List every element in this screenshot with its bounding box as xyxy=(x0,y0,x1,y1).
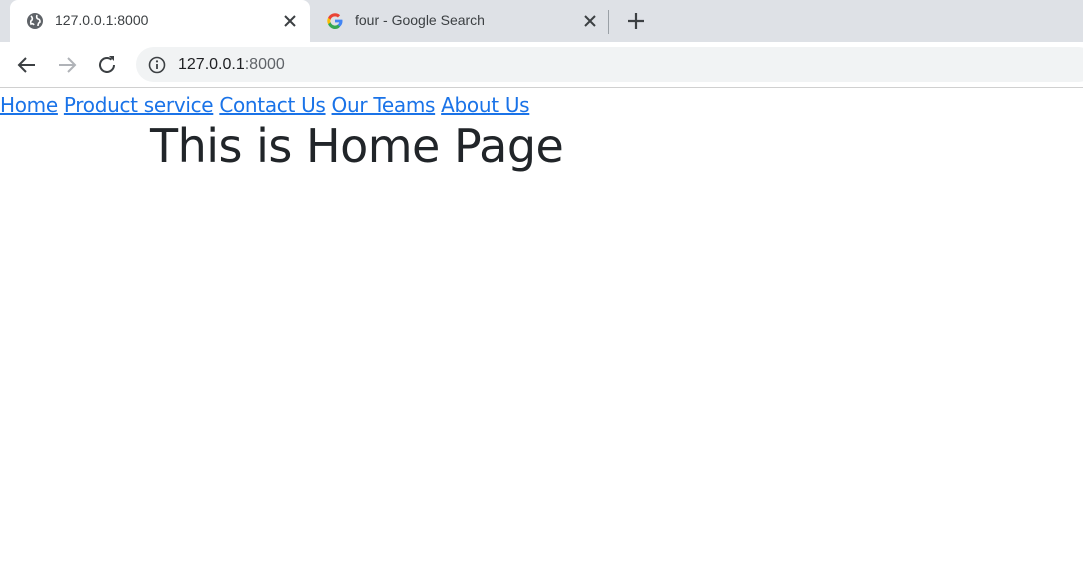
url-port: :8000 xyxy=(244,56,285,73)
browser-toolbar: 127.0.0.1:8000 xyxy=(0,42,1083,88)
site-navigation: Home Product service Contact Us Our Teams Ab… xyxy=(0,93,535,117)
info-icon[interactable] xyxy=(148,56,166,74)
tab-divider xyxy=(608,10,609,34)
nav-link-product-service[interactable]: Product service xyxy=(64,93,214,117)
address-bar[interactable]: 127.0.0.1:8000 xyxy=(136,47,1083,82)
nav-link-home[interactable]: Home xyxy=(0,93,58,117)
url-text: 127.0.0.1:8000 xyxy=(178,56,285,74)
nav-link-our-teams[interactable]: Our Teams xyxy=(332,93,436,117)
reload-icon[interactable] xyxy=(95,53,119,77)
tab-google-search[interactable]: four - Google Search xyxy=(310,0,610,42)
new-tab-icon[interactable] xyxy=(624,9,648,33)
globe-icon xyxy=(27,13,43,29)
url-host: 127.0.0.1 xyxy=(178,56,245,73)
nav-link-about-us[interactable]: About Us xyxy=(441,93,529,117)
tab-strip: 127.0.0.1:8000 four - Google Search xyxy=(0,0,1083,42)
page-heading: This is Home Page xyxy=(150,119,564,173)
close-icon[interactable] xyxy=(282,13,298,29)
web-page: Home Product service Contact Us Our Teams Ab… xyxy=(0,89,1083,578)
tab-localhost[interactable]: 127.0.0.1:8000 xyxy=(10,0,310,42)
google-icon xyxy=(327,13,343,29)
nav-link-contact-us[interactable]: Contact Us xyxy=(219,93,326,117)
forward-arrow-icon[interactable] xyxy=(55,53,79,77)
close-icon[interactable] xyxy=(582,13,598,29)
tab-title: four - Google Search xyxy=(355,12,485,28)
tab-title: 127.0.0.1:8000 xyxy=(55,12,149,28)
back-arrow-icon[interactable] xyxy=(15,53,39,77)
